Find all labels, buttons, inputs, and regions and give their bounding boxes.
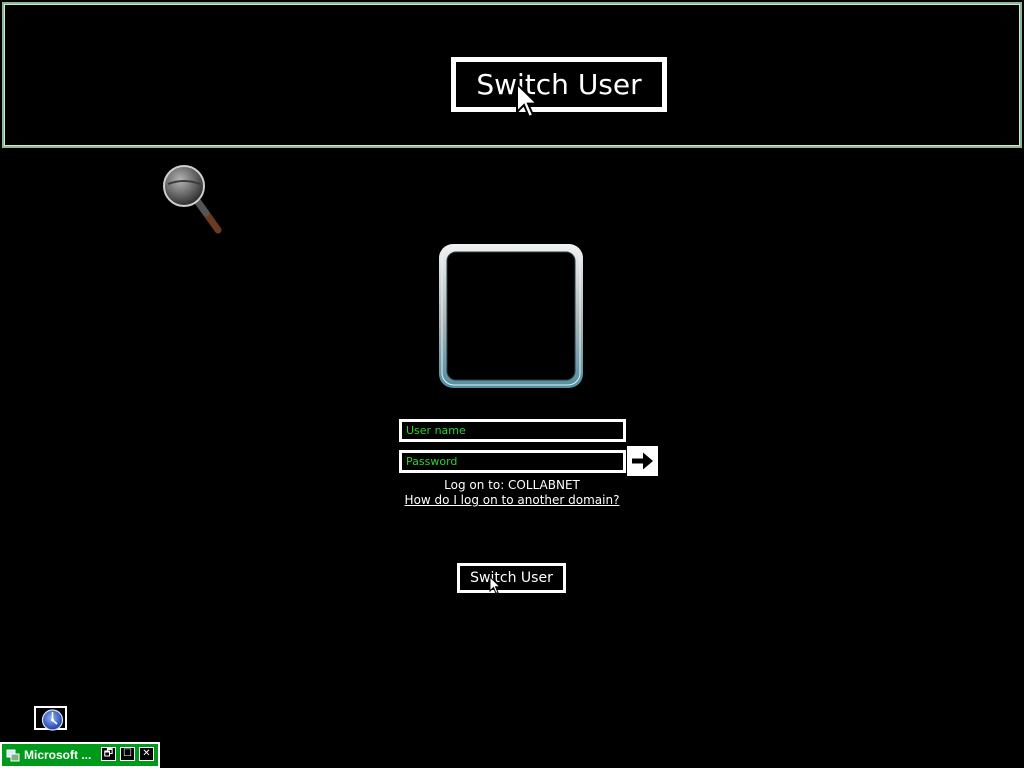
maximize-button[interactable]: ☐ [120, 747, 135, 761]
logon-domain-text: Log on to: COLLABNET [444, 478, 580, 492]
magnifier-window: Switch User [2, 2, 1022, 148]
restore-button[interactable]: 🗗 [101, 747, 116, 761]
user-tile-frame [439, 244, 583, 388]
ease-of-access-icon [41, 709, 64, 731]
username-field[interactable] [399, 419, 626, 442]
submit-logon-button[interactable] [627, 446, 658, 476]
arrow-right-icon [632, 452, 653, 470]
ease-of-access-button[interactable] [34, 706, 67, 731]
magnified-switch-user-button[interactable]: Switch User [451, 57, 667, 112]
password-field[interactable] [399, 450, 626, 473]
app-icon [6, 749, 20, 762]
magnifier-icon[interactable] [162, 164, 224, 234]
minimized-window-title: Microsoft ... [24, 748, 92, 762]
switch-user-button[interactable]: Switch User [457, 563, 566, 593]
minimized-window[interactable]: Microsoft ... 🗗 ☐ ✕ [0, 742, 160, 768]
close-button[interactable]: ✕ [139, 747, 154, 761]
other-domain-link[interactable]: How do I log on to another domain? [362, 493, 662, 507]
logon-screen: Switch User User name Log on to: COLLABN… [0, 0, 1024, 768]
